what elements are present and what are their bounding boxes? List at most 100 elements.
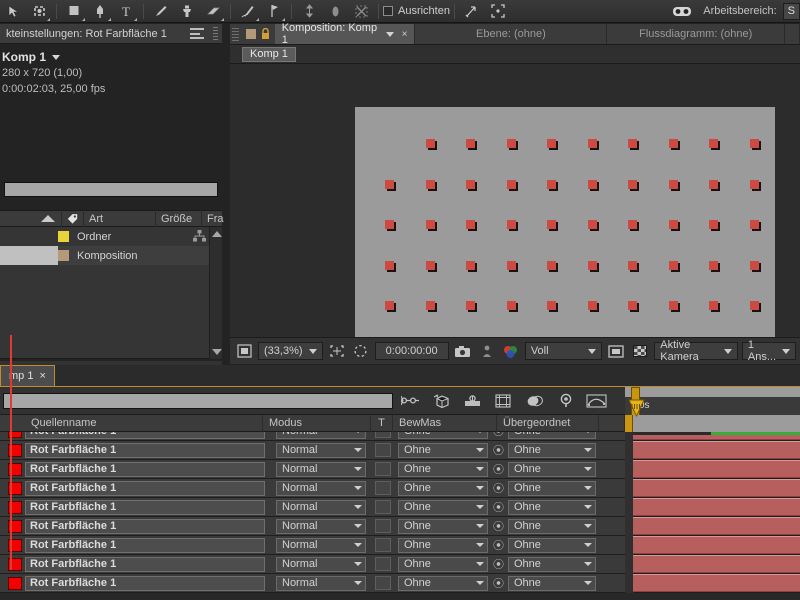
project-vertical-scrollbar[interactable] — [209, 227, 222, 359]
layer-name-field[interactable]: Rot Farbfläche 1 — [25, 576, 265, 591]
brush-tool[interactable] — [148, 1, 174, 22]
close-icon[interactable]: × — [402, 29, 408, 40]
col-mode[interactable]: Modus — [263, 415, 371, 432]
pick-whip-icon[interactable]: ⦿ — [491, 518, 506, 534]
layer-duration-bar[interactable] — [633, 574, 800, 592]
col-source-name[interactable]: Quellenname — [25, 415, 263, 432]
toggle-transparency-grid-button[interactable] — [630, 342, 650, 360]
timeline-search-input[interactable] — [3, 393, 393, 409]
motion-mask-select[interactable]: Ohne — [398, 500, 488, 515]
motion-mask-select[interactable]: Ohne — [398, 432, 488, 439]
anchor-dot-icon[interactable] — [322, 1, 348, 22]
layer-mode-select[interactable]: Normal — [276, 538, 366, 553]
tab-layer[interactable]: Ebene: (ohne) — [415, 24, 607, 44]
parent-select[interactable]: Ohne — [508, 462, 596, 477]
show-snapshot-button[interactable] — [477, 342, 497, 360]
chevron-down-icon[interactable] — [584, 505, 592, 509]
parent-select[interactable]: Ohne — [508, 432, 596, 439]
motion-mask-select[interactable]: Ohne — [398, 576, 488, 591]
views-select[interactable]: 1 Ans... — [742, 342, 796, 360]
layer-mode-select[interactable]: Normal — [276, 557, 366, 572]
table-row[interactable]: Rot Farbfläche 1NormalOhne⦿Ohne — [0, 536, 800, 555]
layer-mode-select[interactable]: Normal — [276, 576, 366, 591]
cti-marker[interactable] — [625, 415, 633, 432]
tab-effect-controls[interactable]: kteinstellungen: Rot Farbfläche 1 — [0, 24, 173, 44]
chevron-down-icon[interactable] — [354, 486, 362, 490]
timeline-layer-rows[interactable]: Rot Farbfläche 1NormalOhne⦿OhneRot Farbf… — [0, 432, 800, 600]
pick-whip-icon[interactable]: ⦿ — [491, 432, 506, 439]
chevron-down-icon[interactable] — [584, 467, 592, 471]
camera-select[interactable]: Aktive Kamera — [654, 342, 738, 360]
selection-tool[interactable] — [0, 1, 26, 22]
chevron-down-icon[interactable] — [354, 432, 362, 433]
toggle-mask-paths-button[interactable] — [351, 342, 371, 360]
chevron-down-icon[interactable] — [476, 467, 484, 471]
chevron-down-icon[interactable] — [354, 562, 362, 566]
chevron-down-icon[interactable] — [584, 562, 592, 566]
layer-mode-select[interactable]: Normal — [276, 432, 366, 439]
motion-mask-select[interactable]: Ohne — [398, 557, 488, 572]
chevron-down-icon[interactable] — [584, 543, 592, 547]
eraser-tool[interactable] — [200, 1, 226, 22]
chevron-down-icon[interactable] — [476, 562, 484, 566]
track-matte-toggle[interactable] — [375, 481, 391, 495]
chevron-down-icon[interactable] — [52, 55, 60, 60]
layer-name-field[interactable]: Rot Farbfläche 1 — [25, 443, 265, 458]
lock-icon[interactable] — [261, 28, 270, 40]
scroll-down-icon[interactable] — [212, 349, 222, 355]
workspace-select[interactable]: S — [783, 3, 800, 20]
chevron-down-icon[interactable] — [724, 349, 732, 354]
layer-duration-bar[interactable] — [633, 479, 800, 497]
time-marker-icon[interactable] — [628, 399, 645, 417]
layer-mode-select[interactable]: Normal — [276, 443, 366, 458]
track-matte-toggle[interactable] — [375, 576, 391, 590]
parent-select[interactable]: Ohne — [508, 481, 596, 496]
snap-bounds-icon[interactable] — [485, 1, 511, 22]
chevron-down-icon[interactable] — [354, 524, 362, 528]
move-anchor-icon[interactable] — [296, 1, 322, 22]
list-item[interactable]: Komposition — [0, 246, 222, 265]
layer-name-field[interactable]: Rot Farbfläche 1 — [25, 538, 265, 553]
layer-duration-bar[interactable] — [633, 555, 800, 573]
no-snap-icon[interactable] — [348, 1, 374, 22]
panel-grip-icon[interactable] — [232, 28, 239, 41]
chevron-down-icon[interactable] — [476, 543, 484, 547]
layer-mode-select[interactable]: Normal — [276, 519, 366, 534]
shape-tool[interactable] — [61, 1, 87, 22]
col-art[interactable]: Art — [84, 210, 156, 227]
motion-mask-select[interactable]: Ohne — [398, 538, 488, 553]
chevron-down-icon[interactable] — [584, 581, 592, 585]
chevron-down-icon[interactable] — [354, 543, 362, 547]
chevron-down-icon[interactable] — [476, 524, 484, 528]
viewer-area[interactable] — [230, 65, 800, 337]
mask-toggle-icon[interactable] — [669, 1, 695, 22]
layer-duration-bar[interactable] — [633, 441, 800, 459]
table-row[interactable]: Rot Farbfläche 1NormalOhne⦿Ohne — [0, 498, 800, 517]
roto-brush-tool[interactable] — [235, 1, 261, 22]
region-toggle-button[interactable] — [606, 342, 626, 360]
panel-menu-icon[interactable] — [190, 28, 204, 39]
snapping-icon[interactable] — [459, 1, 485, 22]
graph-editor-icon[interactable] — [583, 391, 610, 411]
list-item[interactable]: Ordner — [0, 227, 222, 246]
layer-duration-bar[interactable] — [633, 517, 800, 535]
col-groesse[interactable]: Größe — [156, 210, 202, 227]
tab-flowchart[interactable]: Flussdiagramm: (ohne) — [607, 24, 785, 44]
track-matte-toggle[interactable] — [375, 500, 391, 514]
layer-name-field[interactable]: Rot Farbfläche 1 — [25, 519, 265, 534]
motion-blur-icon[interactable] — [521, 391, 548, 411]
chevron-down-icon[interactable] — [584, 432, 592, 433]
shy-icon[interactable] — [397, 391, 424, 411]
layer-mode-select[interactable]: Normal — [276, 500, 366, 515]
comp-name-row[interactable]: Komp 1 — [2, 49, 218, 66]
draft-3d-icon[interactable] — [459, 391, 486, 411]
parent-select[interactable]: Ohne — [508, 538, 596, 553]
table-row[interactable]: Rot Farbfläche 1NormalOhne⦿Ohne — [0, 517, 800, 536]
layer-name-field[interactable]: Rot Farbfläche 1 — [25, 500, 265, 515]
layer-name-field[interactable]: Rot Farbfläche 1 — [25, 432, 265, 439]
collapse-transformations-icon[interactable] — [428, 391, 455, 411]
layer-color-swatch[interactable] — [8, 577, 22, 590]
chevron-down-icon[interactable] — [354, 581, 362, 585]
close-icon[interactable]: × — [39, 370, 45, 382]
chevron-down-icon[interactable] — [584, 448, 592, 452]
